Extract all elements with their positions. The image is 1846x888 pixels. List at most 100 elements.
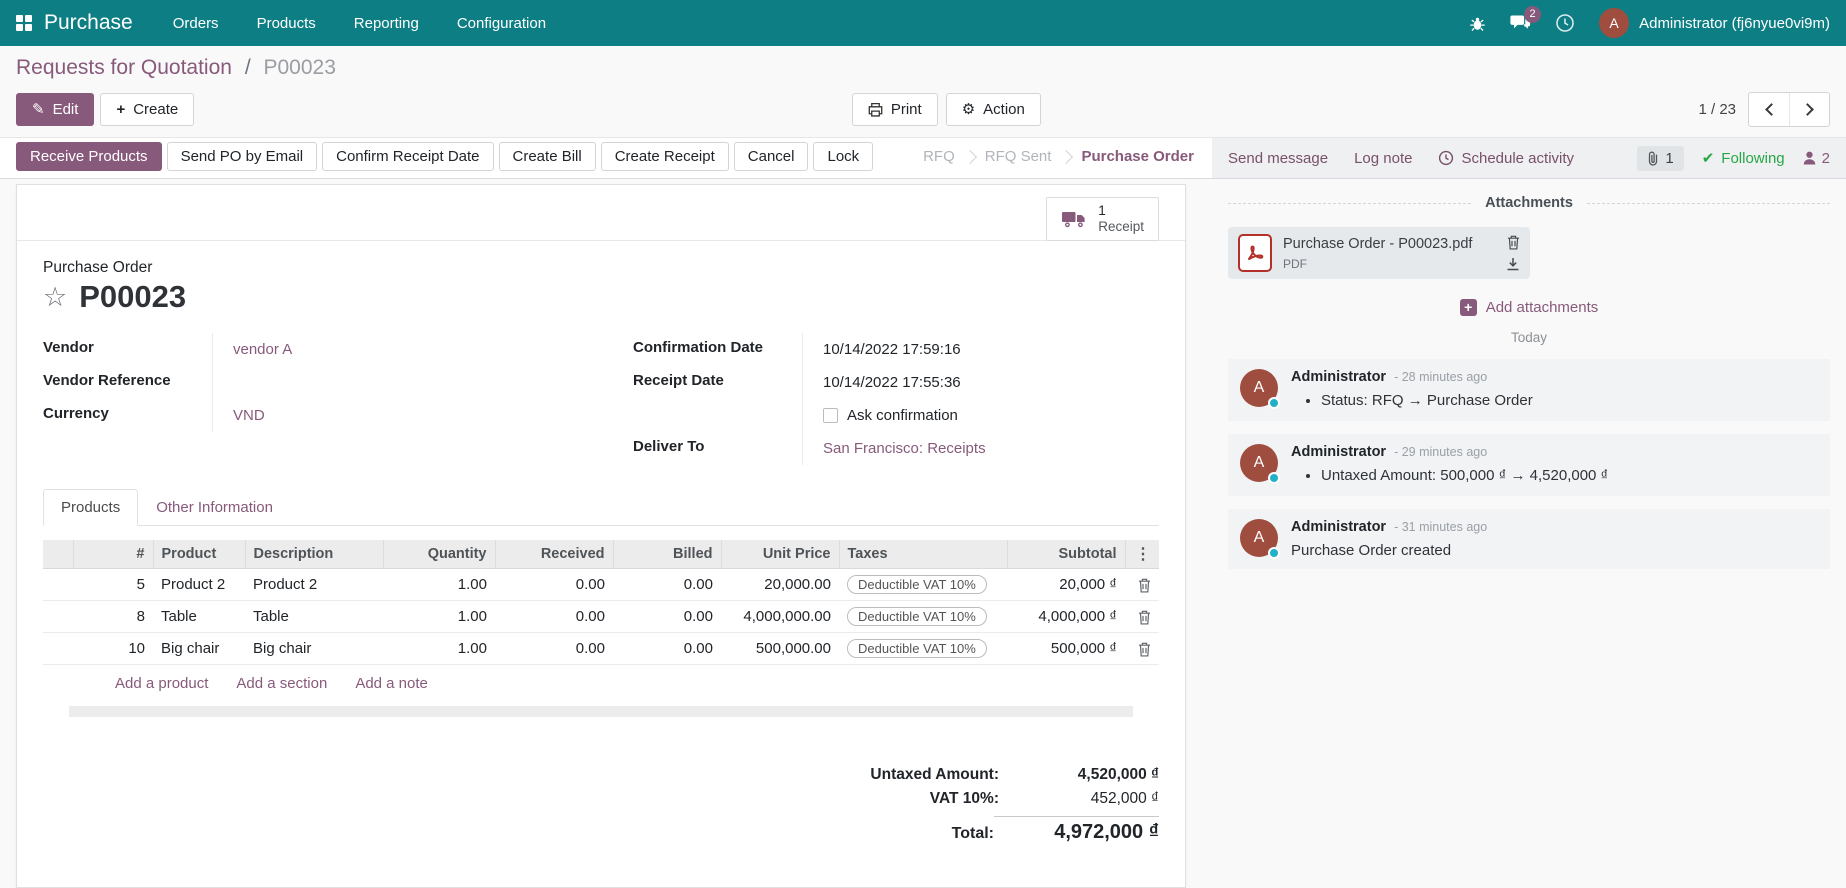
add-a-section-link[interactable]: Add a section xyxy=(236,675,327,692)
debug-bug-icon[interactable] xyxy=(1469,15,1486,32)
schedule-activity-button[interactable]: Schedule activity xyxy=(1438,150,1574,167)
delete-line-trash-icon[interactable] xyxy=(1138,578,1151,593)
tab-other-information[interactable]: Other Information xyxy=(138,489,291,526)
pager-next-button[interactable] xyxy=(1789,93,1829,126)
log-note-button[interactable]: Log note xyxy=(1354,150,1412,167)
online-status-dot xyxy=(1268,472,1280,484)
col-taxes[interactable]: Taxes xyxy=(839,540,1007,569)
message-author[interactable]: Administrator xyxy=(1291,444,1386,460)
pipeline-step-rfq-sent[interactable]: RFQ Sent xyxy=(985,148,1052,165)
vendor-label: Vendor xyxy=(43,333,213,366)
send-po-by-email-button[interactable]: Send PO by Email xyxy=(167,142,318,171)
following-button[interactable]: ✔ Following xyxy=(1702,149,1785,167)
add-a-note-link[interactable]: Add a note xyxy=(355,675,428,692)
attachment-filename[interactable]: Purchase Order - P00023.pdf xyxy=(1283,236,1495,252)
document-type-label: Purchase Order xyxy=(43,259,1159,277)
col-unit-price[interactable]: Unit Price xyxy=(721,540,839,569)
table-row[interactable]: 8 Table Table 1.00 0.00 0.00 4,000,000.0… xyxy=(43,601,1159,633)
attachments-count: 1 xyxy=(1665,150,1673,167)
user-menu[interactable]: A Administrator (fj6nyue0vi9m) xyxy=(1599,8,1830,38)
edit-button[interactable]: ✎Edit xyxy=(16,93,94,127)
pager-previous-button[interactable] xyxy=(1749,93,1789,126)
app-name[interactable]: Purchase xyxy=(44,11,133,35)
create-button[interactable]: +Create xyxy=(100,93,194,127)
pipeline-step-purchase-order[interactable]: Purchase Order xyxy=(1081,148,1194,165)
action-button[interactable]: ⚙Action xyxy=(946,93,1041,127)
currency-value[interactable]: VND xyxy=(213,399,265,432)
deliver-to-value[interactable]: San Francisco: Receipts xyxy=(803,432,986,465)
menu-configuration[interactable]: Configuration xyxy=(457,15,546,32)
confirm-receipt-date-button[interactable]: Confirm Receipt Date xyxy=(322,142,493,171)
send-message-button[interactable]: Send message xyxy=(1228,150,1328,167)
download-attachment-icon[interactable] xyxy=(1506,257,1520,271)
apps-menu-icon[interactable] xyxy=(16,15,32,31)
messages-chat-icon[interactable]: 2 xyxy=(1510,14,1531,32)
delete-attachment-trash-icon[interactable] xyxy=(1507,235,1520,250)
table-row[interactable]: 5 Product 2 Product 2 1.00 0.00 0.00 20,… xyxy=(43,569,1159,601)
menu-reporting[interactable]: Reporting xyxy=(354,15,419,32)
followers-button[interactable]: 2 xyxy=(1803,150,1830,167)
currency-label: Currency xyxy=(43,399,213,432)
message-avatar: A xyxy=(1240,444,1278,482)
pager-value: 1 / 23 xyxy=(1698,101,1736,118)
add-attachments-button[interactable]: + Add attachments xyxy=(1228,299,1830,316)
tab-products[interactable]: Products xyxy=(43,489,138,526)
cancel-button[interactable]: Cancel xyxy=(734,142,809,171)
confirmation-date-label: Confirmation Date xyxy=(633,333,803,366)
empty-label xyxy=(633,399,803,432)
title-block: Purchase Order ☆ P00023 xyxy=(17,241,1185,319)
menu-products[interactable]: Products xyxy=(257,15,316,32)
paperclip-icon xyxy=(1647,151,1659,166)
delete-line-trash-icon[interactable] xyxy=(1138,642,1151,657)
col-product[interactable]: Product xyxy=(153,540,245,569)
chatter-panel: Attachments Purchase Order - P00023.pdf … xyxy=(1212,179,1846,582)
notes-placeholder[interactable] xyxy=(69,706,1133,717)
vendor-value[interactable]: vendor A xyxy=(213,333,292,366)
col-received[interactable]: Received xyxy=(495,540,613,569)
status-row: Receive Products Send PO by Email Confir… xyxy=(0,137,1846,179)
field-group: Vendor vendor A Vendor Reference Currenc… xyxy=(17,319,1185,469)
followers-count: 2 xyxy=(1822,150,1830,167)
col-description[interactable]: Description xyxy=(245,540,383,569)
date-divider: Today xyxy=(1228,330,1830,345)
vendor-reference-value xyxy=(213,366,233,399)
receive-products-button[interactable]: Receive Products xyxy=(16,142,162,171)
pencil-icon: ✎ xyxy=(32,100,45,120)
delete-line-trash-icon[interactable] xyxy=(1138,610,1151,625)
breadcrumb-parent[interactable]: Requests for Quotation xyxy=(16,56,232,79)
drag-handle-column xyxy=(43,540,73,569)
total-label: Total: xyxy=(952,825,994,843)
attachment-card[interactable]: Purchase Order - P00023.pdf PDF xyxy=(1228,227,1530,279)
receipt-stat-button[interactable]: 1 Receipt xyxy=(1046,197,1159,241)
favorite-star-icon[interactable]: ☆ xyxy=(43,284,67,311)
receipt-count: 1 xyxy=(1098,203,1144,219)
tax-badge: Deductible VAT 10% xyxy=(847,639,987,658)
col-quantity[interactable]: Quantity xyxy=(383,540,495,569)
activities-clock-icon[interactable] xyxy=(1555,13,1575,33)
create-receipt-button[interactable]: Create Receipt xyxy=(601,142,729,171)
pdf-icon xyxy=(1238,234,1272,272)
optional-columns-icon[interactable]: ⋮ xyxy=(1135,546,1151,563)
table-row[interactable]: 10 Big chair Big chair 1.00 0.00 0.00 50… xyxy=(43,633,1159,665)
attachments-toggle-button[interactable]: 1 xyxy=(1637,146,1683,171)
col-number[interactable]: # xyxy=(73,540,153,569)
online-status-dot xyxy=(1268,547,1280,559)
col-billed[interactable]: Billed xyxy=(613,540,721,569)
deliver-to-label: Deliver To xyxy=(633,432,803,465)
col-subtotal[interactable]: Subtotal xyxy=(1007,540,1125,569)
main-content: 1 Receipt Purchase Order ☆ P00023 Vendor… xyxy=(0,179,1846,888)
menu-orders[interactable]: Orders xyxy=(173,15,219,32)
message-author[interactable]: Administrator xyxy=(1291,519,1386,535)
add-a-product-link[interactable]: Add a product xyxy=(115,675,208,692)
create-bill-button[interactable]: Create Bill xyxy=(499,142,596,171)
pager xyxy=(1748,92,1830,127)
breadcrumb: Requests for Quotation / P00023 xyxy=(16,56,1830,80)
ask-confirmation-checkbox[interactable] xyxy=(823,408,838,423)
main-menu: Orders Products Reporting Configuration xyxy=(173,15,546,32)
pipeline-step-rfq[interactable]: RFQ xyxy=(923,148,955,165)
lock-button[interactable]: Lock xyxy=(813,142,873,171)
message-author[interactable]: Administrator xyxy=(1291,369,1386,385)
print-button[interactable]: Print xyxy=(852,93,938,127)
printer-icon xyxy=(868,102,883,117)
message-avatar: A xyxy=(1240,519,1278,557)
